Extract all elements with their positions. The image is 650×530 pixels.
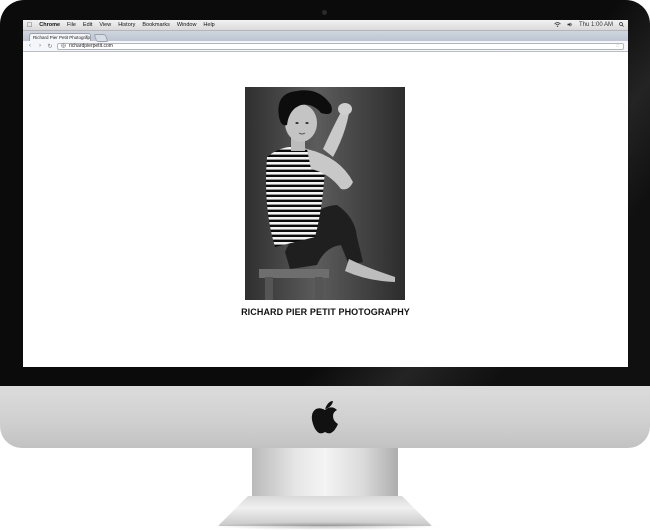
menu-file[interactable]: File	[67, 22, 76, 28]
menu-bar:  Chrome File Edit View History Bookmark…	[23, 20, 628, 31]
forward-icon[interactable]: ›	[37, 43, 43, 49]
volume-icon[interactable]	[567, 22, 573, 29]
menu-edit[interactable]: Edit	[83, 22, 92, 28]
menu-view[interactable]: View	[99, 22, 111, 28]
url-text[interactable]: richardpierpetit.com	[69, 43, 113, 49]
clock[interactable]: Thu 1:00 AM	[579, 22, 613, 28]
browser-toolbar: ‹ › ↻ richardpierpetit.com ☆	[23, 41, 628, 52]
address-bar[interactable]: richardpierpetit.com ☆	[57, 42, 624, 50]
close-tab-icon[interactable]: ×	[85, 34, 88, 40]
browser-tab[interactable]: Richard Pier Petit Photograp ×	[29, 33, 91, 41]
menu-bar-status: Thu 1:00 AM	[554, 21, 624, 29]
portrait-illustration	[245, 87, 405, 300]
tab-title: Richard Pier Petit Photograp	[33, 35, 91, 40]
web-page: RICHARD PIER PETIT PHOTOGRAPHY	[23, 54, 628, 367]
wifi-icon[interactable]	[554, 21, 561, 29]
bookmark-star-icon[interactable]: ☆	[616, 43, 620, 49]
screen:  Chrome File Edit View History Bookmark…	[23, 20, 628, 367]
back-icon[interactable]: ‹	[27, 43, 33, 49]
menu-history[interactable]: History	[118, 22, 135, 28]
tab-strip: Richard Pier Petit Photograp ×	[23, 31, 628, 42]
menu-help[interactable]: Help	[203, 22, 214, 28]
new-tab-button[interactable]	[93, 34, 109, 42]
imac-bezel:  Chrome File Edit View History Bookmark…	[0, 0, 650, 386]
apple-menu-icon[interactable]: 	[27, 22, 32, 29]
site-title[interactable]: RICHARD PIER PETIT PHOTOGRAPHY	[23, 307, 628, 317]
menu-window[interactable]: Window	[177, 22, 197, 28]
menu-bookmarks[interactable]: Bookmarks	[142, 22, 170, 28]
camera-dot	[322, 10, 327, 15]
apple-logo-icon	[311, 400, 339, 434]
search-icon[interactable]	[619, 21, 624, 29]
portrait-photo	[245, 87, 405, 300]
imac-stand	[252, 448, 398, 502]
page-info-icon[interactable]	[61, 42, 66, 50]
menu-chrome[interactable]: Chrome	[39, 22, 60, 28]
reload-icon[interactable]: ↻	[47, 43, 53, 50]
